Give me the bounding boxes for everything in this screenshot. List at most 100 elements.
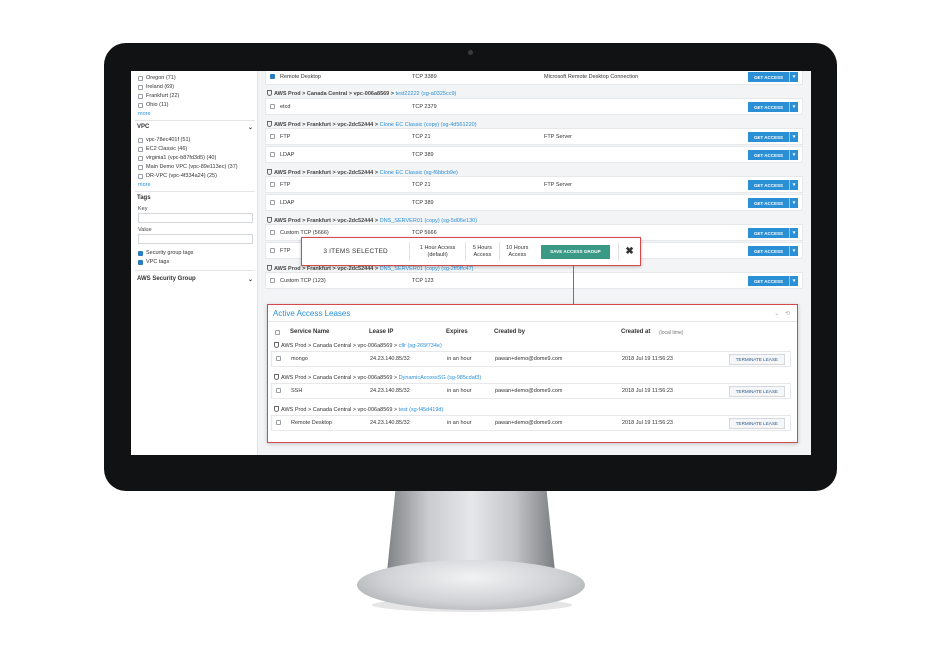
lease-expires: in an hour (447, 356, 472, 362)
five-hours-access-option[interactable]: 5 Hours Access (464, 242, 499, 261)
checkbox[interactable] (138, 137, 143, 143)
group-breadcrumb: AWS Prod > Canada Central > vpc-006a8569… (281, 375, 398, 381)
region-filter-frankfurt[interactable]: Frankfurt (22) (138, 93, 179, 99)
checkbox[interactable] (138, 84, 143, 90)
security-group-path: AWS Prod > Frankfurt > vpc-2dc52444 > DN… (267, 217, 477, 224)
caret-down-icon[interactable]: ▾ (789, 150, 798, 160)
checkbox[interactable] (270, 104, 275, 109)
security-group-path: AWS Prod > Frankfurt > vpc-2dc52444 > DN… (267, 265, 473, 272)
checkbox[interactable] (270, 134, 275, 139)
region-filter-ohio[interactable]: Ohio (11) (138, 102, 169, 108)
checkbox[interactable] (276, 356, 281, 361)
terminate-lease-button[interactable]: TERMINATE LEASE (728, 418, 785, 429)
vpc-filter-item[interactable]: virginia1 (vpc-b87fd3d5) (40) (138, 155, 216, 161)
security-group-link[interactable]: test (sg-f45d419d) (399, 407, 444, 413)
vpc-filter-item[interactable]: vpc-78ec401f (51) (138, 137, 190, 143)
one-hour-access-option[interactable]: 1 Hour Access (default) (409, 242, 465, 261)
regions-more-link[interactable]: more (138, 111, 151, 117)
caret-down-icon[interactable]: ▾ (789, 132, 798, 142)
region-filter-ireland[interactable]: Ireland (69) (138, 84, 174, 90)
vpc-filter-item[interactable]: EC2 Classic (46) (138, 146, 187, 152)
checkbox[interactable] (138, 250, 143, 256)
security-group-path: AWS Prod > Canada Central > vpc-006a8569… (267, 90, 456, 97)
caret-down-icon[interactable]: ▾ (789, 102, 798, 112)
lease-created-by: pawan+demo@dome9.com (495, 388, 563, 394)
lease-row: mongo 24.23.140.85/32 in an hour pawan+d… (271, 351, 791, 367)
get-access-button[interactable]: GET ACCESS ▾ (748, 180, 798, 190)
option-label: 1 Hour Access (419, 244, 456, 251)
checkbox[interactable] (138, 75, 143, 81)
checkbox[interactable] (270, 230, 275, 235)
option-label: 10 Hours (506, 244, 529, 251)
button-label: GET ACCESS (753, 74, 784, 80)
security-group-tags-toggle[interactable]: Security group tags (138, 250, 193, 256)
service-port: TCP 123 (412, 277, 434, 284)
tag-key-input[interactable] (138, 213, 253, 223)
security-group-link[interactable]: cflr (sg-265f734e) (399, 343, 442, 349)
get-access-button[interactable]: GET ACCESS ▾ (748, 246, 798, 256)
service-row: Custom TCP (123) TCP 123 GET ACCESS ▾ (265, 272, 803, 289)
checkbox[interactable] (270, 248, 275, 253)
vpc-section-header[interactable]: VPC ⌄ (137, 124, 253, 131)
group-breadcrumb: AWS Prod > Canada Central > vpc-006a8569… (274, 91, 394, 97)
ten-hours-access-option[interactable]: 10 Hours Access (498, 242, 535, 261)
tags-section-header[interactable]: Tags (137, 195, 253, 201)
divider (135, 270, 255, 271)
filter-label: vpc-78ec401f (51) (146, 137, 191, 143)
checkbox[interactable] (138, 102, 143, 108)
checkbox[interactable] (138, 155, 143, 161)
aws-security-group-section-header[interactable]: AWS Security Group ⌄ (137, 276, 253, 283)
caret-down-icon[interactable]: ▾ (789, 198, 798, 208)
caret-down-icon[interactable]: ▾ (789, 72, 798, 82)
column-note: (local time) (659, 330, 684, 336)
caret-down-icon[interactable]: ▾ (789, 228, 798, 238)
terminate-lease-button[interactable]: TERMINATE LEASE (728, 386, 785, 397)
get-access-button[interactable]: GET ACCESS ▾ (748, 228, 798, 238)
checkbox[interactable] (138, 164, 143, 170)
checkbox[interactable] (270, 278, 275, 283)
select-all-checkbox[interactable] (275, 330, 280, 335)
checkbox[interactable] (276, 420, 281, 425)
filter-sidebar: Oregon (71) Ireland (69) Frankfurt (22) … (131, 71, 258, 455)
checkbox[interactable] (138, 259, 143, 265)
vpc-filter-item[interactable]: DR-VPC (vpc-4f334a24) (25) (138, 173, 217, 179)
lease-created-at: 2018 Jul 19 11:56:23 (622, 420, 673, 426)
get-access-button[interactable]: GET ACCESS ▾ (748, 276, 798, 286)
collapse-refresh-icons[interactable]: ⌄ ⟲ (774, 310, 792, 317)
checkbox[interactable] (276, 388, 281, 393)
security-group-link[interactable]: test22222 (sg-a0325cc9) (396, 91, 457, 97)
panel-title: Active Access Leases (273, 308, 351, 318)
tag-value-input[interactable] (138, 234, 253, 244)
checkbox[interactable] (270, 200, 275, 205)
caret-down-icon[interactable]: ▾ (789, 276, 798, 286)
checkbox[interactable] (138, 146, 143, 152)
service-port: TCP 389 (412, 151, 434, 158)
close-icon[interactable]: ✖ (618, 242, 640, 261)
get-access-button[interactable]: GET ACCESS ▾ (748, 198, 798, 208)
vpc-filter-item[interactable]: Main Demo VPC (vpc-89e113ec) (37) (138, 164, 238, 170)
save-access-group-button[interactable]: SAVE ACCESS GROUP (540, 244, 611, 259)
get-access-button[interactable]: GET ACCESS ▾ (748, 150, 798, 160)
column-created-by: Created by (494, 329, 526, 335)
checkbox[interactable] (138, 173, 143, 179)
checkbox[interactable] (270, 152, 275, 157)
get-access-button[interactable]: GET ACCESS ▾ (748, 72, 798, 82)
terminate-lease-button[interactable]: TERMINATE LEASE (728, 354, 785, 365)
checkbox[interactable] (270, 74, 275, 79)
security-group-link[interactable]: DynamicAccessSG (sg-985cdaf3) (399, 375, 482, 381)
lease-service: Remote Desktop (291, 420, 332, 426)
service-port: TCP 21 (412, 181, 431, 188)
lease-row: SSH 24.23.140.85/32 in an hour pawan+dem… (271, 383, 791, 399)
checkbox[interactable] (270, 182, 275, 187)
get-access-button[interactable]: GET ACCESS ▾ (748, 132, 798, 142)
region-filter-oregon[interactable]: Oregon (71) (138, 75, 176, 81)
vpc-tags-toggle[interactable]: VPC tags (138, 259, 169, 265)
vpc-more-link[interactable]: more (138, 182, 151, 188)
service-name: Remote Desktop (280, 73, 321, 80)
column-lease-ip: Lease IP (369, 329, 394, 335)
caret-down-icon[interactable]: ▾ (789, 180, 798, 190)
caret-down-icon[interactable]: ▾ (789, 246, 798, 256)
get-access-button[interactable]: GET ACCESS ▾ (748, 102, 798, 112)
shield-icon (274, 342, 279, 348)
checkbox[interactable] (138, 93, 143, 99)
